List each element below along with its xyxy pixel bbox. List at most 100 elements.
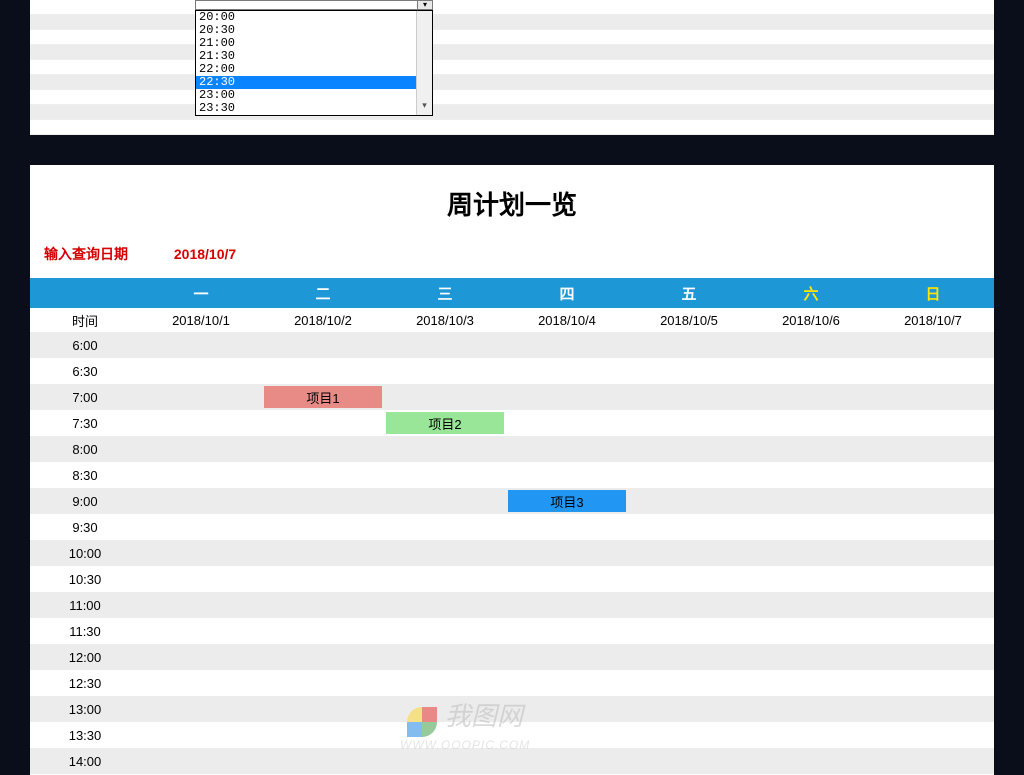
schedule-cell[interactable]	[752, 334, 870, 356]
schedule-cell[interactable]	[142, 646, 260, 668]
schedule-cell[interactable]	[874, 464, 992, 486]
schedule-cell[interactable]	[386, 620, 504, 642]
schedule-cell[interactable]	[630, 412, 748, 434]
schedule-cell[interactable]	[630, 542, 748, 564]
schedule-cell[interactable]	[508, 334, 626, 356]
schedule-cell[interactable]	[142, 334, 260, 356]
schedule-cell[interactable]	[264, 646, 382, 668]
schedule-cell[interactable]	[508, 386, 626, 408]
schedule-cell[interactable]	[874, 698, 992, 720]
schedule-cell[interactable]	[142, 412, 260, 434]
schedule-event[interactable]: 项目2	[386, 412, 504, 434]
schedule-cell[interactable]	[752, 360, 870, 382]
schedule-cell[interactable]	[874, 672, 992, 694]
schedule-cell[interactable]	[630, 516, 748, 538]
schedule-cell[interactable]	[508, 594, 626, 616]
schedule-cell[interactable]	[508, 542, 626, 564]
schedule-cell[interactable]	[142, 438, 260, 460]
schedule-cell[interactable]	[752, 724, 870, 746]
schedule-cell[interactable]	[386, 594, 504, 616]
schedule-cell[interactable]	[630, 568, 748, 590]
schedule-cell[interactable]	[630, 724, 748, 746]
schedule-cell[interactable]	[264, 620, 382, 642]
schedule-cell[interactable]	[752, 490, 870, 512]
schedule-cell[interactable]	[630, 360, 748, 382]
schedule-cell[interactable]	[508, 724, 626, 746]
schedule-cell[interactable]	[874, 594, 992, 616]
schedule-cell[interactable]	[386, 542, 504, 564]
dropdown-toggle-button[interactable]: ▾	[417, 0, 433, 10]
schedule-cell[interactable]	[142, 620, 260, 642]
schedule-cell[interactable]	[874, 620, 992, 642]
schedule-cell[interactable]	[264, 516, 382, 538]
schedule-cell[interactable]	[874, 516, 992, 538]
time-dropdown-list[interactable]: 20:0020:3021:0021:3022:0022:3023:0023:30…	[195, 10, 433, 116]
schedule-cell[interactable]	[508, 672, 626, 694]
schedule-cell[interactable]	[386, 724, 504, 746]
time-dropdown-input[interactable]	[195, 0, 425, 10]
schedule-cell[interactable]	[508, 568, 626, 590]
schedule-cell[interactable]	[508, 698, 626, 720]
schedule-cell[interactable]	[142, 672, 260, 694]
schedule-event[interactable]: 项目1	[264, 386, 382, 408]
schedule-cell[interactable]	[508, 412, 626, 434]
schedule-cell[interactable]	[874, 646, 992, 668]
dropdown-scrollbar[interactable]: ▾	[416, 11, 432, 115]
schedule-cell[interactable]	[630, 620, 748, 642]
schedule-cell[interactable]	[752, 698, 870, 720]
schedule-cell[interactable]	[264, 490, 382, 512]
schedule-cell[interactable]	[142, 568, 260, 590]
schedule-cell[interactable]	[752, 438, 870, 460]
schedule-cell[interactable]	[752, 568, 870, 590]
schedule-cell[interactable]	[630, 334, 748, 356]
schedule-cell[interactable]	[142, 464, 260, 486]
schedule-cell[interactable]	[630, 646, 748, 668]
schedule-cell[interactable]	[874, 412, 992, 434]
schedule-cell[interactable]	[264, 464, 382, 486]
schedule-cell[interactable]	[386, 438, 504, 460]
schedule-cell[interactable]	[630, 438, 748, 460]
schedule-cell[interactable]	[264, 594, 382, 616]
schedule-cell[interactable]	[874, 386, 992, 408]
schedule-cell[interactable]	[386, 568, 504, 590]
schedule-cell[interactable]	[386, 750, 504, 772]
schedule-cell[interactable]	[142, 594, 260, 616]
schedule-cell[interactable]	[264, 542, 382, 564]
schedule-cell[interactable]	[630, 594, 748, 616]
schedule-cell[interactable]	[508, 360, 626, 382]
schedule-cell[interactable]	[264, 334, 382, 356]
schedule-cell[interactable]	[752, 464, 870, 486]
schedule-cell[interactable]	[508, 750, 626, 772]
schedule-cell[interactable]	[874, 334, 992, 356]
schedule-cell[interactable]	[508, 516, 626, 538]
schedule-cell[interactable]	[142, 490, 260, 512]
schedule-cell[interactable]	[752, 386, 870, 408]
schedule-cell[interactable]	[264, 750, 382, 772]
schedule-cell[interactable]	[630, 490, 748, 512]
schedule-cell[interactable]	[752, 750, 870, 772]
schedule-cell[interactable]	[752, 594, 870, 616]
schedule-cell[interactable]	[264, 568, 382, 590]
schedule-cell[interactable]	[386, 490, 504, 512]
schedule-cell[interactable]	[386, 334, 504, 356]
schedule-cell[interactable]	[508, 646, 626, 668]
schedule-cell[interactable]	[752, 542, 870, 564]
schedule-cell[interactable]	[630, 698, 748, 720]
schedule-cell[interactable]	[752, 412, 870, 434]
schedule-cell[interactable]	[630, 386, 748, 408]
schedule-cell[interactable]	[874, 750, 992, 772]
schedule-cell[interactable]	[630, 672, 748, 694]
schedule-cell[interactable]	[264, 438, 382, 460]
schedule-cell[interactable]	[142, 698, 260, 720]
schedule-cell[interactable]	[508, 438, 626, 460]
schedule-cell[interactable]	[630, 464, 748, 486]
schedule-cell[interactable]	[508, 464, 626, 486]
dropdown-option[interactable]: 23:30	[196, 102, 432, 115]
schedule-cell[interactable]	[752, 620, 870, 642]
schedule-cell[interactable]	[264, 412, 382, 434]
schedule-cell[interactable]	[386, 698, 504, 720]
schedule-cell[interactable]	[142, 542, 260, 564]
query-date-value[interactable]: 2018/10/7	[174, 246, 236, 262]
schedule-cell[interactable]	[264, 724, 382, 746]
schedule-cell[interactable]	[142, 386, 260, 408]
